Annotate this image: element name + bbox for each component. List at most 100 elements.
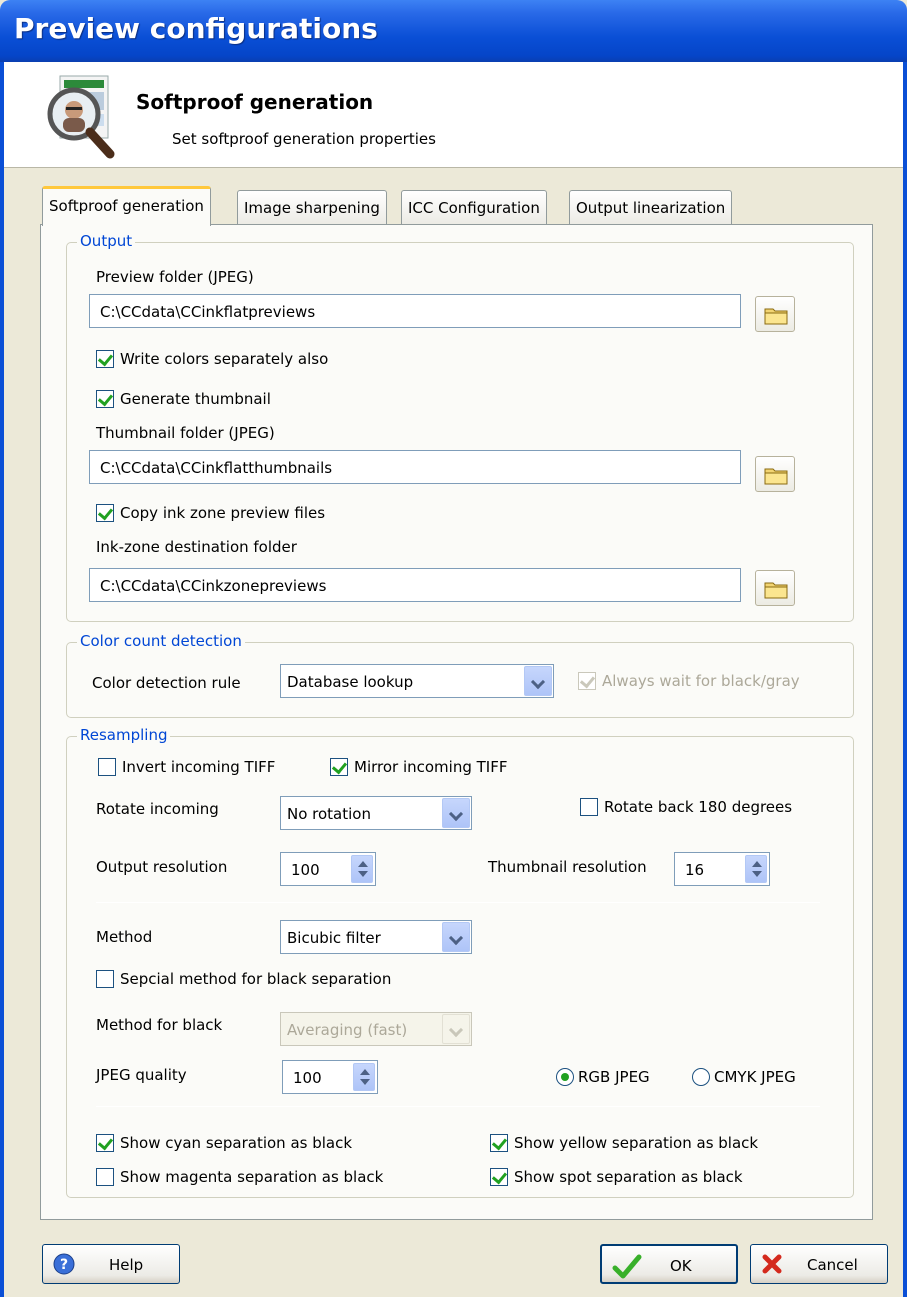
output-resolution-label: Output resolution (96, 858, 228, 876)
show-cyan-black-label: Show cyan separation as black (120, 1134, 353, 1152)
rgb-jpeg-radio[interactable]: RGB JPEG (556, 1068, 650, 1086)
inkzone-folder-label: Ink-zone destination folder (96, 538, 297, 556)
rotate-incoming-label: Rotate incoming (96, 800, 219, 818)
chevron-down-icon (442, 1014, 470, 1044)
show-yellow-black-label: Show yellow separation as black (514, 1134, 759, 1152)
output-legend: Output (77, 232, 136, 250)
copy-inkzone-checkbox[interactable]: Copy ink zone preview files (96, 504, 325, 522)
rotate-incoming-select[interactable]: No rotation (280, 796, 472, 830)
spin-arrows-icon[interactable] (353, 1063, 375, 1091)
special-black-method-label: Sepcial method for black separation (120, 970, 392, 988)
checkbox-box (578, 672, 596, 690)
chevron-down-icon (442, 798, 470, 828)
folder-icon (764, 468, 788, 485)
cancel-button-label: Cancel (807, 1256, 858, 1274)
thumbnail-resolution-stepper[interactable]: 16 (674, 852, 770, 886)
ok-button[interactable]: OK (600, 1244, 738, 1284)
tab-image-sharpening[interactable]: Image sharpening (237, 190, 387, 224)
rotate-incoming-value: No rotation (287, 805, 371, 823)
help-button[interactable]: ? Help (42, 1244, 180, 1284)
copy-inkzone-label: Copy ink zone preview files (120, 504, 326, 522)
method-for-black-value: Averaging (fast) (287, 1021, 408, 1039)
invert-tiff-checkbox[interactable]: Invert incoming TIFF (98, 758, 275, 776)
cmyk-jpeg-radio[interactable]: CMYK JPEG (692, 1068, 796, 1086)
checkbox-box (96, 504, 114, 522)
checkbox-box (96, 390, 114, 408)
rotate-back-checkbox[interactable]: Rotate back 180 degrees (580, 798, 792, 816)
thumbnail-resolution-value: 16 (685, 861, 705, 879)
color-detection-rule-label: Color detection rule (92, 674, 241, 692)
show-magenta-black-checkbox[interactable]: Show magenta separation as black (96, 1168, 383, 1186)
checkbox-box (330, 758, 348, 776)
divider (96, 1106, 820, 1107)
output-resolution-stepper[interactable]: 100 (280, 852, 376, 886)
preview-folder-label: Preview folder (JPEG) (96, 268, 254, 286)
write-colors-separately-checkbox[interactable]: Write colors separately also (96, 350, 328, 368)
show-spot-black-label: Show spot separation as black (514, 1168, 743, 1186)
method-label: Method (96, 928, 153, 946)
jpeg-quality-label: JPEG quality (96, 1066, 187, 1084)
invert-tiff-label: Invert incoming TIFF (122, 758, 276, 776)
title-bar[interactable]: Preview configurations (0, 0, 907, 62)
cmyk-jpeg-label: CMYK JPEG (714, 1068, 796, 1086)
thumbnail-folder-browse-button[interactable] (755, 456, 795, 492)
thumbnail-resolution-label: Thumbnail resolution (488, 858, 647, 876)
jpeg-quality-stepper[interactable]: 100 (282, 1060, 378, 1094)
close-icon (761, 1253, 783, 1279)
method-for-black-select[interactable]: Averaging (fast) (280, 1012, 472, 1046)
folder-icon (764, 308, 788, 325)
thumbnail-folder-label: Thumbnail folder (JPEG) (96, 424, 275, 442)
dialog-header: Softproof generation Set softproof gener… (4, 62, 903, 168)
window-title: Preview configurations (14, 12, 378, 45)
generate-thumbnail-checkbox[interactable]: Generate thumbnail (96, 390, 271, 408)
preview-folder-browse-button[interactable] (755, 296, 795, 332)
tab-output-linearization[interactable]: Output linearization (569, 190, 733, 224)
special-black-method-checkbox[interactable]: Sepcial method for black separation (96, 970, 391, 988)
window-frame-right (903, 62, 907, 1297)
always-wait-black-checkbox[interactable]: Always wait for black/gray (578, 672, 800, 690)
checkbox-box (580, 798, 598, 816)
mirror-tiff-label: Mirror incoming TIFF (354, 758, 508, 776)
checkbox-box (96, 970, 114, 988)
checkbox-box (96, 1168, 114, 1186)
rgb-jpeg-label: RGB JPEG (578, 1068, 650, 1086)
chevron-down-icon (442, 922, 470, 952)
radio-circle (692, 1068, 710, 1086)
check-icon (612, 1254, 642, 1284)
spin-arrows-icon[interactable] (745, 855, 767, 883)
rotate-back-label: Rotate back 180 degrees (604, 798, 793, 816)
mirror-tiff-checkbox[interactable]: Mirror incoming TIFF (330, 758, 507, 776)
checkbox-box (98, 758, 116, 776)
checkbox-box (96, 350, 114, 368)
inkzone-folder-browse-button[interactable] (755, 570, 795, 606)
generate-thumbnail-label: Generate thumbnail (120, 390, 271, 408)
header-subtitle: Set softproof generation properties (172, 130, 436, 148)
help-icon: ? (53, 1253, 75, 1279)
spin-arrows-icon[interactable] (351, 855, 373, 883)
inkzone-folder-input[interactable]: C:\CCdata\CCinkzonepreviews (89, 568, 741, 602)
show-cyan-black-checkbox[interactable]: Show cyan separation as black (96, 1134, 352, 1152)
output-resolution-value: 100 (291, 861, 320, 879)
dialog-window: Preview configurations Softproof generat… (0, 0, 907, 1297)
preview-folder-input[interactable]: C:\CCdata\CCinkflatpreviews (89, 294, 741, 328)
checkbox-box (490, 1168, 508, 1186)
method-select[interactable]: Bicubic filter (280, 920, 472, 954)
chevron-down-icon (524, 666, 552, 696)
show-yellow-black-checkbox[interactable]: Show yellow separation as black (490, 1134, 758, 1152)
tab-icc-configuration[interactable]: ICC Configuration (401, 190, 547, 224)
show-spot-black-checkbox[interactable]: Show spot separation as black (490, 1168, 743, 1186)
color-count-legend: Color count detection (77, 632, 245, 650)
cancel-button[interactable]: Cancel (750, 1244, 888, 1284)
always-wait-black-label: Always wait for black/gray (602, 672, 800, 690)
resampling-legend: Resampling (77, 726, 171, 744)
tab-softproof-generation[interactable]: Softproof generation (42, 186, 211, 226)
color-detection-rule-select[interactable]: Database lookup (280, 664, 554, 698)
checkbox-box (490, 1134, 508, 1152)
checkbox-box (96, 1134, 114, 1152)
color-detection-rule-value: Database lookup (287, 673, 414, 691)
thumbnail-folder-input[interactable]: C:\CCdata\CCinkflatthumbnails (89, 450, 741, 484)
divider (96, 902, 820, 903)
method-for-black-label: Method for black (96, 1016, 223, 1034)
svg-text:?: ? (60, 1257, 68, 1273)
write-colors-separately-label: Write colors separately also (120, 350, 329, 368)
